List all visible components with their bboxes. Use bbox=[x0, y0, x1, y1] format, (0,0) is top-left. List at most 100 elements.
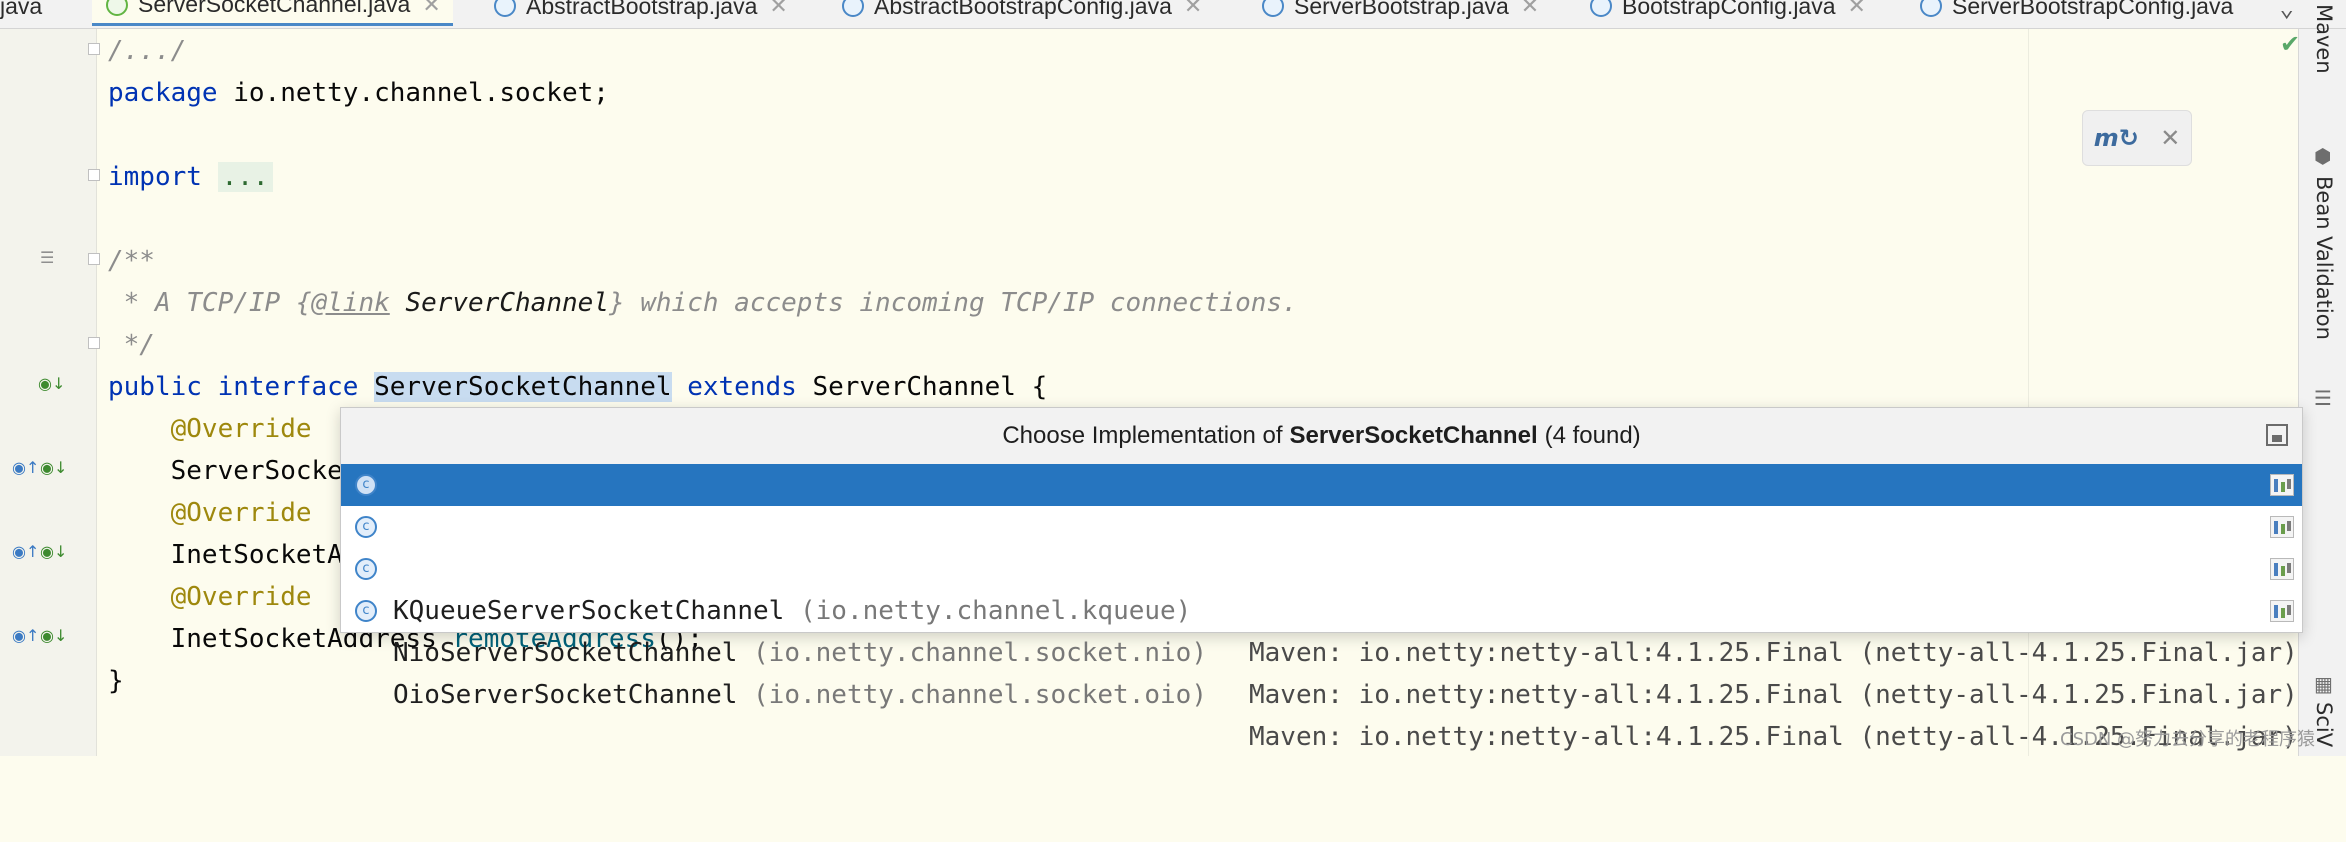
editor-tab-bar: java ServerSocketChannel.java ✕ Abstract… bbox=[0, 0, 2346, 29]
tab-server-socket-channel[interactable]: ServerSocketChannel.java ✕ bbox=[92, 0, 453, 26]
doc-reference[interactable]: ServerChannel bbox=[390, 288, 609, 318]
chevron-down-icon[interactable]: ⌄ bbox=[2280, 0, 2294, 22]
tab-label: AbstractBootstrapConfig.java bbox=[874, 0, 1172, 19]
bean-validation-tool-tab[interactable]: Bean Validation bbox=[2312, 176, 2336, 340]
library-icon bbox=[2270, 474, 2294, 496]
sciview-icon: ▦ bbox=[2314, 672, 2333, 696]
library-icon bbox=[2270, 600, 2294, 622]
tab-bootstrap-config[interactable]: BootstrapConfig.java ✕ bbox=[1590, 0, 1866, 26]
doc-render-icon[interactable]: ☰ bbox=[40, 248, 54, 267]
maven-reload-icon[interactable]: m↻ bbox=[2094, 124, 2139, 152]
tab-abstract-bootstrap[interactable]: AbstractBootstrap.java ✕ bbox=[494, 0, 788, 26]
code-line: */ bbox=[108, 324, 155, 366]
super-type[interactable]: ServerChannel bbox=[812, 372, 1016, 402]
doc-comment: /** bbox=[108, 246, 155, 276]
class-icon: c bbox=[355, 558, 377, 580]
popup-title-count: (4 found) bbox=[1544, 422, 1641, 449]
fold-icon[interactable] bbox=[88, 253, 100, 265]
close-icon[interactable]: ✕ bbox=[769, 0, 787, 19]
class-icon bbox=[1920, 0, 1942, 17]
code-line: public interface ServerSocketChannel ext… bbox=[108, 366, 1047, 408]
popup-header: Choose Implementation of ServerSocketCha… bbox=[341, 408, 2302, 464]
keyword: import bbox=[108, 162, 202, 192]
maven-reload-popup: m↻ ✕ bbox=[2082, 110, 2192, 166]
code-line: import ... bbox=[108, 156, 273, 198]
implemented-down-icon[interactable]: ◉↓ bbox=[40, 542, 67, 561]
watermark: CSDN @努力去分享的老程序猿 bbox=[2060, 729, 2316, 750]
annotation: @Override bbox=[170, 498, 312, 528]
folded-imports[interactable]: ... bbox=[217, 162, 273, 192]
database-icon[interactable]: ☰ bbox=[2314, 386, 2332, 410]
keyword: interface bbox=[217, 372, 359, 402]
code-line: ServerSocke bbox=[108, 450, 343, 492]
tab-server-bootstrap[interactable]: ServerBootstrap.java ✕ bbox=[1262, 0, 1539, 26]
implemented-down-icon[interactable]: ◉↓ bbox=[40, 626, 67, 645]
bean-validation-icon: ⬢ bbox=[2314, 144, 2332, 168]
close-icon[interactable]: ✕ bbox=[422, 0, 440, 18]
fold-icon[interactable] bbox=[88, 43, 100, 55]
implemented-down-icon[interactable]: ◉↓ bbox=[40, 458, 67, 477]
code-line: /.../ bbox=[108, 30, 186, 72]
code-line: @Override bbox=[108, 576, 312, 618]
folded-comment[interactable]: /.../ bbox=[108, 36, 186, 66]
close-icon[interactable]: ✕ bbox=[1848, 0, 1866, 19]
class-icon bbox=[494, 0, 516, 17]
class-icon: c bbox=[355, 474, 377, 496]
popup-title-class: ServerSocketChannel bbox=[1289, 422, 1538, 449]
code-line: InetSocketA bbox=[108, 534, 343, 576]
implementation-item[interactable]: c OioServerSocketChannel (io.netty.chann… bbox=[341, 590, 2302, 752]
brace: { bbox=[1015, 372, 1048, 402]
implementation-library: Maven: io.netty:netty-all:4.1.25.Final (… bbox=[1249, 638, 2298, 668]
tab-server-bootstrap-config[interactable]: ServerBootstrapConfig.java bbox=[1920, 0, 2233, 26]
annotation: @Override bbox=[170, 582, 312, 612]
keyword: package bbox=[108, 78, 218, 108]
package-name: io.netty.channel.socket; bbox=[217, 78, 609, 108]
overrides-up-icon[interactable]: ◉↑ bbox=[12, 458, 39, 477]
tab-label: BootstrapConfig.java bbox=[1622, 0, 1836, 19]
overrides-up-icon[interactable]: ◉↑ bbox=[12, 626, 39, 645]
code-line: } bbox=[108, 660, 124, 702]
tab-abstract-bootstrap-config[interactable]: AbstractBootstrapConfig.java ✕ bbox=[842, 0, 1202, 26]
class-icon: c bbox=[355, 516, 377, 538]
fold-icon[interactable] bbox=[88, 337, 100, 349]
code-line: @Override bbox=[108, 408, 312, 450]
close-icon[interactable]: ✕ bbox=[1184, 0, 1202, 19]
class-icon bbox=[1590, 0, 1612, 17]
implementation-item[interactable]: c KQueueServerSocketChannel (io.netty.ch… bbox=[341, 506, 2302, 668]
doc-tag: @link bbox=[311, 288, 390, 318]
implementation-item[interactable]: c EpollServerSocketChannel (io.netty.cha… bbox=[341, 464, 2302, 626]
library-icon bbox=[2270, 558, 2294, 580]
pin-icon[interactable] bbox=[2266, 424, 2288, 446]
code-line: @Override bbox=[108, 492, 312, 534]
annotation: @Override bbox=[170, 414, 312, 444]
implemented-down-icon[interactable]: ◉↓ bbox=[38, 374, 65, 393]
sciview-tool-tab[interactable]: SciV bbox=[2312, 702, 2336, 747]
interface-icon bbox=[106, 0, 128, 16]
maven-tool-tab[interactable]: Maven bbox=[2312, 4, 2336, 74]
implementation-item[interactable]: c NioServerSocketChannel (io.netty.chann… bbox=[341, 548, 2302, 710]
tab-java[interactable]: java bbox=[0, 0, 42, 26]
doc-comment: } which accepts incoming TCP/IP connecti… bbox=[608, 288, 1298, 318]
popup-title-prefix: Choose Implementation of bbox=[1002, 422, 1283, 449]
doc-comment: */ bbox=[108, 330, 155, 360]
code-line: /** bbox=[108, 240, 155, 282]
fold-icon[interactable] bbox=[88, 169, 100, 181]
close-icon[interactable]: ✕ bbox=[2160, 124, 2180, 152]
tab-label: ServerSocketChannel.java bbox=[138, 0, 411, 17]
code-line: package io.netty.channel.socket; bbox=[108, 72, 609, 114]
return-type: InetSocketA bbox=[170, 540, 343, 570]
implementation-package: (io.netty.channel.socket.oio) bbox=[753, 680, 1207, 710]
implementation-class: OioServerSocketChannel bbox=[393, 680, 738, 710]
brace: } bbox=[108, 666, 124, 696]
overrides-up-icon[interactable]: ◉↑ bbox=[12, 542, 39, 561]
implementation-package: (io.netty.channel.socket.nio) bbox=[753, 638, 1207, 668]
class-name-highlighted[interactable]: ServerSocketChannel bbox=[374, 372, 672, 402]
tab-label: AbstractBootstrap.java bbox=[526, 0, 758, 19]
tab-label: ServerBootstrapConfig.java bbox=[1952, 0, 2234, 19]
close-icon[interactable]: ✕ bbox=[1521, 0, 1539, 19]
class-icon bbox=[842, 0, 864, 17]
implementation-library: Maven: io.netty:netty-all:4.1.25.Final (… bbox=[1249, 680, 2298, 710]
keyword: extends bbox=[687, 372, 797, 402]
tab-label: ServerBootstrap.java bbox=[1294, 0, 1509, 19]
keyword: public bbox=[108, 372, 202, 402]
